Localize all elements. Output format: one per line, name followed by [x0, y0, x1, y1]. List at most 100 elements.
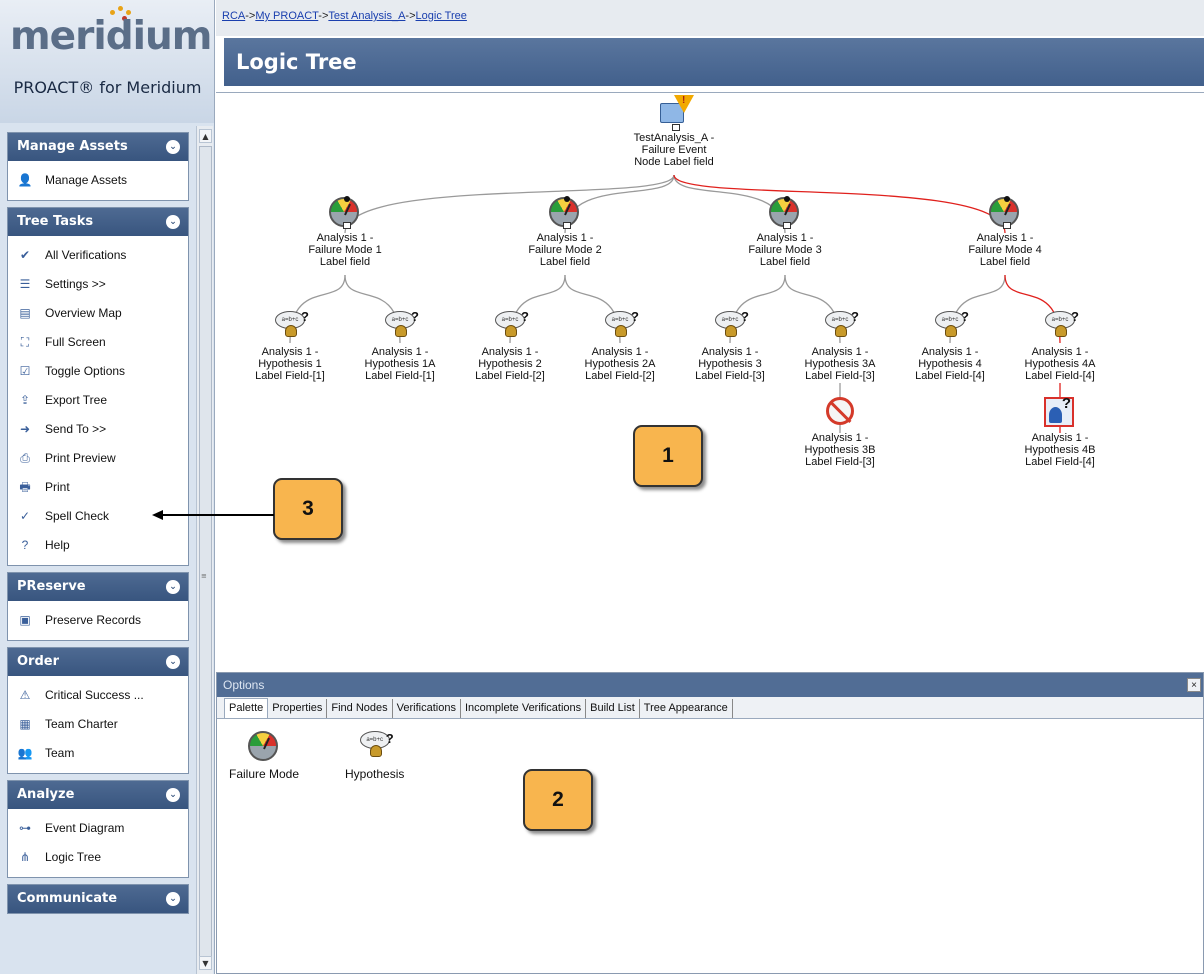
- failure-mode-icon: [989, 196, 1021, 229]
- task-team-charter[interactable]: ▦ Team Charter: [8, 709, 188, 738]
- node-label: Analysis 1 - Failure Mode 3 Label field: [748, 232, 822, 268]
- send-to-icon: ➜: [19, 421, 31, 436]
- failure-mode-node[interactable]: Analysis 1 - Failure Mode 4 Label field: [945, 196, 1065, 268]
- panel-header[interactable]: Manage Assets ⌄: [8, 133, 188, 161]
- task-print-preview[interactable]: ⎙ Print Preview: [8, 443, 188, 472]
- hypothesis-node[interactable]: a=b+c? Analysis 1 - Hypothesis 3 Label Fi…: [670, 307, 790, 382]
- failure-mode-icon: [549, 196, 581, 229]
- tab-properties[interactable]: Properties: [268, 699, 328, 718]
- tab-build-list[interactable]: Build List: [586, 699, 640, 718]
- panel-title: Tree Tasks: [17, 214, 94, 229]
- callout-2: 2: [523, 769, 593, 831]
- hypothesis-node[interactable]: a=b+c? Analysis 1 - Hypothesis 3A Label F…: [780, 307, 900, 382]
- chevron-down-icon[interactable]: ⌄: [166, 215, 180, 229]
- task-label: Help: [45, 537, 70, 552]
- scroll-up-arrow-icon[interactable]: ▲: [199, 129, 212, 143]
- node-label: Analysis 1 - Hypothesis 3A Label Field-[…: [804, 346, 876, 382]
- breadcrumb-link[interactable]: Logic Tree: [416, 10, 467, 22]
- hypothesis-node[interactable]: a=b+c? Analysis 1 - Hypothesis 4A Label F…: [1000, 307, 1120, 382]
- failure-mode-node[interactable]: Analysis 1 - Failure Mode 3 Label field: [725, 196, 845, 268]
- task-team[interactable]: 👥 Team: [8, 738, 188, 767]
- task-full-screen[interactable]: ⛶ Full Screen: [8, 327, 188, 356]
- scrollbar-thumb[interactable]: [199, 146, 212, 966]
- panel-body: 👤 Manage Assets: [8, 161, 188, 200]
- chevron-down-icon[interactable]: ⌄: [166, 892, 180, 906]
- node-label: Analysis 1 - Failure Mode 1 Label field: [308, 232, 382, 268]
- breadcrumb-link[interactable]: My PROACT: [255, 10, 318, 22]
- tab-find-nodes[interactable]: Find Nodes: [327, 699, 393, 718]
- event-diagram-icon: ⊶: [19, 820, 31, 835]
- task-overview-map[interactable]: ▤ Overview Map: [8, 298, 188, 327]
- task-critical-success[interactable]: ⚠ Critical Success ...: [8, 680, 188, 709]
- hypothesis-node[interactable]: a=b+c? Analysis 1 - Hypothesis 4 Label Fi…: [890, 307, 1010, 382]
- panel-header[interactable]: PReserve ⌄: [8, 573, 188, 601]
- chevron-down-icon[interactable]: ⌄: [166, 788, 180, 802]
- palette-hypothesis[interactable]: a=b+c? Hypothesis: [345, 731, 404, 781]
- logic-tree-canvas[interactable]: ! TestAnalysis_A - Failure Event Node Lab…: [216, 92, 1204, 666]
- tab-incomplete-verifications[interactable]: Incomplete Verifications: [460, 699, 587, 718]
- page-title: Logic Tree: [224, 38, 1204, 86]
- scroll-down-arrow-icon[interactable]: ▼: [199, 956, 212, 970]
- chevron-down-icon[interactable]: ⌄: [166, 655, 180, 669]
- task-print[interactable]: 🖶 Print: [8, 472, 188, 501]
- task-all-verifications[interactable]: ✔ All Verifications: [8, 240, 188, 269]
- node-label: Analysis 1 - Hypothesis 3 Label Field-[3…: [695, 346, 765, 382]
- panel-header[interactable]: Tree Tasks ⌄: [8, 208, 188, 236]
- breadcrumb-separator: ->: [318, 10, 329, 22]
- task-label: Overview Map: [45, 305, 122, 320]
- hypothesis-icon: a=b+c?: [604, 310, 639, 343]
- task-preserve-records[interactable]: ▣ Preserve Records: [8, 605, 188, 634]
- tab-tree-appearance[interactable]: Tree Appearance: [639, 699, 733, 718]
- breadcrumb-separator: ->: [245, 10, 256, 22]
- failure-event-node[interactable]: ! TestAnalysis_A - Failure Event Node Lab…: [614, 95, 734, 168]
- task-help[interactable]: ? Help: [8, 530, 188, 559]
- hypothesis-node[interactable]: a=b+c? Analysis 1 - Hypothesis 2 Label Fi…: [450, 307, 570, 382]
- hypothesis-node-disproven[interactable]: Analysis 1 - Hypothesis 3B Label Field-[…: [780, 397, 900, 468]
- breadcrumb-link[interactable]: Test Analysis_A: [328, 10, 405, 22]
- failure-mode-icon: [329, 196, 361, 229]
- panel-header[interactable]: Communicate ⌄: [8, 885, 188, 913]
- panel-body: ▣ Preserve Records: [8, 601, 188, 640]
- tab-verifications[interactable]: Verifications: [392, 699, 461, 718]
- hypothesis-node-selected[interactable]: ? Analysis 1 - Hypothesis 4B Label Field-…: [1000, 396, 1120, 468]
- failure-event-icon: !: [658, 95, 694, 131]
- sidebar-scrollbar[interactable]: ▲ ≡ ▼: [196, 126, 213, 974]
- node-label: Analysis 1 - Hypothesis 2A Label Field-[…: [584, 346, 656, 382]
- task-event-diagram[interactable]: ⊶ Event Diagram: [8, 813, 188, 842]
- options-title: Options: [223, 678, 265, 692]
- breadcrumb-link[interactable]: RCA: [222, 10, 245, 22]
- options-tabs: Palette Properties Find Nodes Verifications…: [217, 697, 1203, 719]
- hypothesis-node[interactable]: a=b+c? Analysis 1 - Hypothesis 1A Label F…: [340, 307, 460, 382]
- panel-header[interactable]: Analyze ⌄: [8, 781, 188, 809]
- task-send-to[interactable]: ➜ Send To >>: [8, 414, 188, 443]
- task-toggle-options[interactable]: ☑ Toggle Options: [8, 356, 188, 385]
- panel-title: Analyze: [17, 787, 75, 802]
- tab-palette[interactable]: Palette: [224, 698, 269, 718]
- overview-map-icon: ▤: [19, 305, 31, 320]
- task-label: Print: [45, 479, 70, 494]
- meridium-logo: meridium PROACT® for Meridium: [0, 0, 214, 123]
- disproven-hypothesis-icon: [824, 397, 856, 429]
- task-settings[interactable]: ☰ Settings >>: [8, 269, 188, 298]
- task-export-tree[interactable]: ⇪ Export Tree: [8, 385, 188, 414]
- panel-title: Manage Assets: [17, 139, 128, 154]
- panel-header[interactable]: Order ⌄: [8, 648, 188, 676]
- close-icon[interactable]: ×: [1187, 678, 1201, 692]
- full-screen-icon: ⛶: [20, 334, 30, 349]
- hypothesis-node[interactable]: a=b+c? Analysis 1 - Hypothesis 1 Label Fi…: [230, 307, 350, 382]
- task-manage-assets[interactable]: 👤 Manage Assets: [8, 165, 188, 194]
- panel-preserve: PReserve ⌄ ▣ Preserve Records: [7, 572, 189, 641]
- node-label: Analysis 1 - Failure Mode 4 Label field: [968, 232, 1042, 268]
- task-logic-tree[interactable]: ⋔ Logic Tree: [8, 842, 188, 871]
- panel-title: Communicate: [17, 891, 118, 906]
- chevron-down-icon[interactable]: ⌄: [166, 580, 180, 594]
- hypothesis-node[interactable]: a=b+c? Analysis 1 - Hypothesis 2A Label F…: [560, 307, 680, 382]
- hypothesis-icon: a=b+c?: [384, 310, 419, 343]
- palette-failure-mode[interactable]: Failure Mode: [229, 731, 299, 781]
- chevron-down-icon[interactable]: ⌄: [166, 140, 180, 154]
- failure-mode-node[interactable]: Analysis 1 - Failure Mode 1 Label field: [285, 196, 405, 268]
- settings-icon: ☰: [19, 276, 31, 291]
- failure-mode-node[interactable]: Analysis 1 - Failure Mode 2 Label field: [505, 196, 625, 268]
- panel-body: ⊶ Event Diagram ⋔ Logic Tree: [8, 809, 188, 877]
- hypothesis-icon: a=b+c?: [274, 310, 309, 343]
